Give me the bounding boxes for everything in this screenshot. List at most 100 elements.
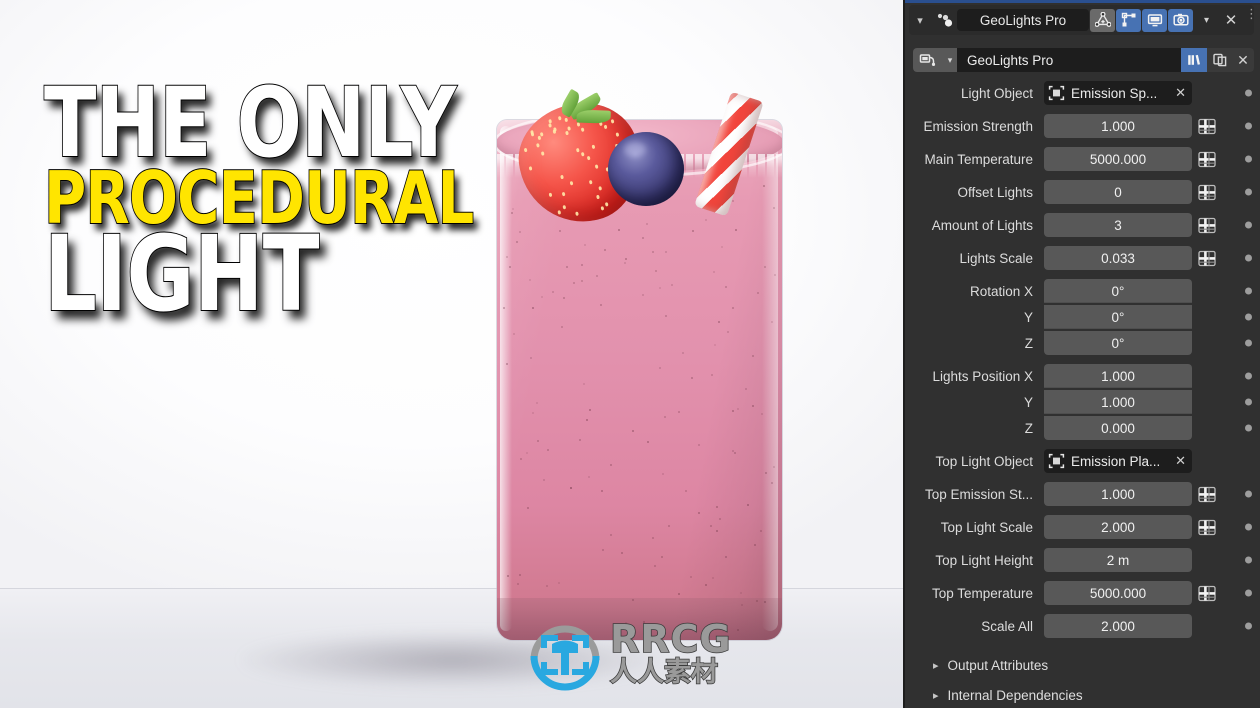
property-label: Z <box>1024 420 1033 436</box>
property-row: Amount of Lights 3 <box>903 212 1260 238</box>
property-row: Z 0° <box>903 330 1260 356</box>
animate-decorator-icon[interactable] <box>1245 287 1252 295</box>
close-icon[interactable]: ✕ <box>1175 85 1188 101</box>
object-data-icon <box>1048 453 1065 469</box>
value-field[interactable]: 3 <box>1044 213 1192 237</box>
animate-decorator-icon[interactable] <box>1245 155 1252 163</box>
animate-decorator-icon[interactable] <box>1245 221 1252 229</box>
value-field[interactable]: 5000.000 <box>1044 581 1192 605</box>
value-field[interactable]: 2.000 <box>1044 515 1192 539</box>
chevron-down-icon[interactable]: ▾ <box>909 14 931 27</box>
grip-dots-icon[interactable]: ⋮ <box>1245 6 1258 22</box>
animate-decorator-icon[interactable] <box>1245 589 1252 597</box>
input-attribute-toggle-icon[interactable] <box>1196 582 1218 604</box>
value-field[interactable]: 0° <box>1044 279 1192 303</box>
fake-user-shield-icon[interactable] <box>1181 48 1207 72</box>
animate-decorator-icon[interactable] <box>1245 339 1252 347</box>
collapsed-section-label: Internal Dependencies <box>947 687 1083 703</box>
value-field[interactable]: 0 <box>1044 180 1192 204</box>
input-attribute-toggle-icon[interactable] <box>1196 214 1218 236</box>
input-attribute-toggle-icon[interactable] <box>1196 181 1218 203</box>
animate-decorator-icon[interactable] <box>1245 122 1252 130</box>
close-icon[interactable]: ✕ <box>1219 11 1243 29</box>
input-attribute-toggle-icon[interactable] <box>1196 483 1218 505</box>
property-label: Y <box>1023 394 1033 410</box>
property-label: Z <box>1024 335 1033 351</box>
chevron-down-icon[interactable]: ▾ <box>943 48 957 72</box>
value-field[interactable]: 2.000 <box>1044 614 1192 638</box>
animate-decorator-icon[interactable] <box>1245 556 1252 564</box>
property-label: Light Object <box>960 85 1033 101</box>
input-attribute-toggle-icon[interactable] <box>1196 516 1218 538</box>
value-field[interactable]: 5000.000 <box>1044 147 1192 171</box>
property-row: Main Temperature 5000.000 <box>903 146 1260 172</box>
value-field[interactable]: 0.000 <box>1044 416 1192 440</box>
property-label: Amount of Lights <box>931 217 1033 233</box>
watermark-brand-cn: 人人素材 <box>609 657 718 688</box>
watermark-brand: RRCG <box>609 617 732 661</box>
value-field[interactable]: 0° <box>1044 305 1192 329</box>
chevron-right-icon: ▸ <box>933 689 939 702</box>
animate-decorator-icon[interactable] <box>1245 313 1252 321</box>
edit-mode-icon[interactable] <box>1116 8 1141 32</box>
animate-decorator-icon[interactable] <box>1245 622 1252 630</box>
animate-decorator-icon[interactable] <box>1245 372 1252 380</box>
modifier-name-field[interactable]: GeoLights Pro <box>957 9 1089 31</box>
vertex-group-icon[interactable] <box>1090 8 1115 32</box>
close-icon[interactable]: ✕ <box>1232 48 1254 72</box>
camera-icon[interactable] <box>1168 8 1193 32</box>
property-row: Y 1.000 <box>903 389 1260 415</box>
input-attribute-toggle-icon[interactable] <box>1196 247 1218 269</box>
value-field[interactable]: 1.000 <box>1044 114 1192 138</box>
animate-decorator-icon[interactable] <box>1245 254 1252 262</box>
rrcg-logo-icon <box>530 625 600 691</box>
node-group-name-field[interactable]: GeoLights Pro <box>957 48 1181 72</box>
animate-decorator-icon[interactable] <box>1245 523 1252 531</box>
object-name: Emission Sp... <box>1071 85 1158 101</box>
value-field[interactable]: 1.000 <box>1044 390 1192 414</box>
strawberry-leaf <box>576 109 611 124</box>
property-label: Top Temperature <box>931 585 1033 601</box>
value-field[interactable]: 0° <box>1044 331 1192 355</box>
property-row: Top Light Object Emission Pla... ✕ <box>903 448 1260 474</box>
collapsed-sections: ▸ Output Attributes ▸ Internal Dependencies <box>903 650 1260 708</box>
property-label: Offset Lights <box>957 184 1033 200</box>
input-attribute-toggle-icon[interactable] <box>1196 148 1218 170</box>
input-attribute-toggle-icon[interactable] <box>1196 115 1218 137</box>
animate-decorator-icon[interactable] <box>1245 424 1252 432</box>
property-row: Scale All 2.000 <box>903 613 1260 639</box>
property-row: Lights Position X 1.000 <box>903 363 1260 389</box>
property-row: Lights Scale 0.033 <box>903 245 1260 271</box>
object-picker-field[interactable]: Emission Pla... ✕ <box>1044 449 1192 473</box>
property-label: Top Light Object <box>935 453 1033 469</box>
collapsed-section-header[interactable]: ▸ Internal Dependencies <box>903 680 1260 708</box>
property-label: Y <box>1023 309 1033 325</box>
value-field[interactable]: 0.033 <box>1044 246 1192 270</box>
duplicate-icon[interactable] <box>1207 48 1232 72</box>
title-line-3: LIGHT <box>43 212 320 335</box>
modifier-properties-list: Light Object Emission Sp... ✕ Emission Stre… <box>903 80 1260 646</box>
value-field[interactable]: 2 m <box>1044 548 1192 572</box>
object-picker-field[interactable]: Emission Sp... ✕ <box>1044 81 1192 105</box>
geometry-nodes-icon <box>931 12 957 28</box>
poster-title: THE ONLY PROCEDURAL LIGHT <box>43 74 484 335</box>
node-group-datablock: ▾ GeoLights Pro ✕ <box>913 47 1254 73</box>
chevron-down-icon[interactable]: ▾ <box>1194 9 1219 32</box>
property-label: Top Emission St... <box>924 486 1033 502</box>
animate-decorator-icon[interactable] <box>1245 188 1252 196</box>
close-icon[interactable]: ✕ <box>1175 453 1188 469</box>
animate-decorator-icon[interactable] <box>1245 398 1252 406</box>
property-label: Rotation X <box>969 283 1033 299</box>
animate-decorator-icon[interactable] <box>1245 89 1252 97</box>
node-group-icon[interactable] <box>913 48 943 72</box>
value-field[interactable]: 1.000 <box>1044 482 1192 506</box>
monitor-icon[interactable] <box>1142 8 1167 32</box>
property-label: Top Light Height <box>935 552 1033 568</box>
value-field[interactable]: 1.000 <box>1044 364 1192 388</box>
collapsed-section-label: Output Attributes <box>947 657 1049 673</box>
animate-decorator-icon[interactable] <box>1245 490 1252 498</box>
watermark-text: RRCG 人人素材 <box>609 617 732 688</box>
collapsed-section-header[interactable]: ▸ Output Attributes <box>903 650 1260 680</box>
panel-active-top-border <box>903 0 1260 3</box>
property-label: Top Light Scale <box>940 519 1033 535</box>
